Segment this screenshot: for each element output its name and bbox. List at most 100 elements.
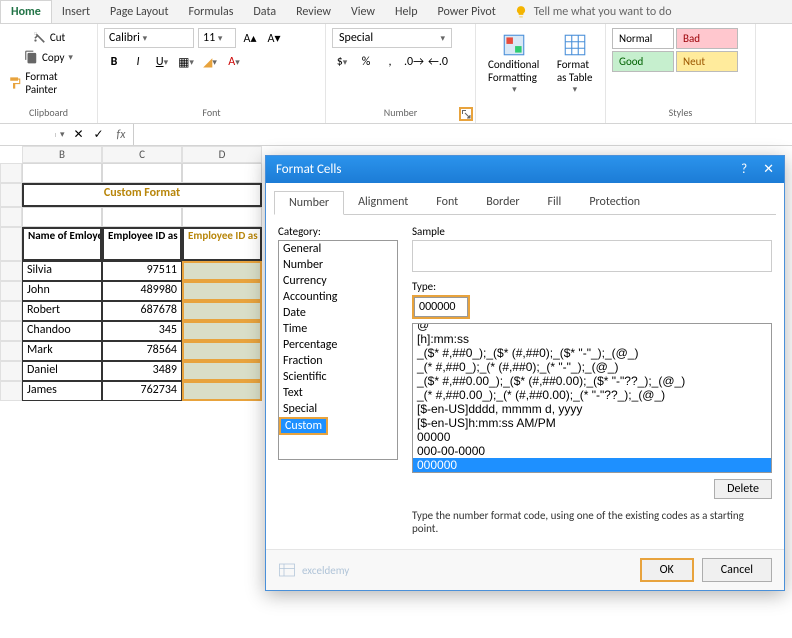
delete-button[interactable]: Delete (714, 479, 772, 499)
table-row[interactable]: Daniel (22, 361, 102, 381)
dialog-tab-alignment[interactable]: Alignment (344, 191, 422, 214)
format-painter-button[interactable]: Format Painter (6, 68, 91, 98)
dialog-titlebar[interactable]: Format Cells ? ✕ (266, 156, 784, 183)
format-code-item[interactable]: _($* #,##0.00_);_($* (#,##0.00);_($* "-"… (413, 374, 771, 388)
fill-color-button[interactable]: ◢ ▾ (200, 52, 220, 72)
table-row[interactable]: 97511 (102, 261, 182, 281)
format-code-item[interactable]: @ (413, 323, 771, 332)
table-row[interactable]: 489980 (102, 281, 182, 301)
help-icon[interactable]: ? (741, 162, 747, 177)
table-row[interactable]: John (22, 281, 102, 301)
bold-button[interactable]: B (104, 52, 124, 72)
tab-formulas[interactable]: Formulas (178, 1, 243, 23)
ok-button[interactable]: OK (640, 558, 694, 582)
dialog-tab-number[interactable]: Number (274, 191, 344, 215)
table-row[interactable]: 762734 (102, 381, 182, 401)
category-item[interactable]: Time (279, 321, 397, 337)
header-num[interactable]: Employee ID as Number (102, 227, 182, 261)
format-code-item[interactable]: _($* #,##0_);_($* (#,##0);_($* "-"_);_(@… (413, 346, 771, 360)
category-item[interactable]: General (279, 241, 397, 257)
type-input[interactable] (414, 297, 468, 317)
table-row[interactable]: Chandoo (22, 321, 102, 341)
fx-icon[interactable]: fx (109, 128, 134, 142)
category-list[interactable]: GeneralNumberCurrencyAccountingDateTimeP… (278, 240, 398, 460)
tab-help[interactable]: Help (385, 1, 428, 23)
tab-review[interactable]: Review (286, 1, 341, 23)
table-row[interactable]: Robert (22, 301, 102, 321)
style-neutral[interactable]: Neut (676, 51, 738, 72)
format-code-list[interactable]: mm:ss.0@[h]:mm:ss_($* #,##0_);_($* (#,##… (412, 323, 772, 473)
category-item[interactable]: Accounting (279, 289, 397, 305)
formula-input[interactable] (133, 124, 792, 145)
category-item[interactable]: Scientific (279, 369, 397, 385)
format-code-item[interactable]: [h]:mm:ss (413, 332, 771, 346)
dialog-tab-border[interactable]: Border (472, 191, 533, 214)
name-box[interactable] (0, 133, 56, 137)
table-row[interactable]: James (22, 381, 102, 401)
style-normal[interactable]: Normal (612, 28, 674, 49)
category-item[interactable]: Percentage (279, 337, 397, 353)
cancel-formula-button[interactable]: ✕ (69, 125, 89, 145)
table-row[interactable]: 3489 (102, 361, 182, 381)
table-row[interactable] (182, 341, 262, 361)
enter-formula-button[interactable]: ✓ (89, 125, 109, 145)
tab-view[interactable]: View (341, 1, 385, 23)
style-bad[interactable]: Bad (676, 28, 738, 49)
comma-button[interactable]: , (380, 52, 400, 72)
italic-button[interactable]: I (128, 52, 148, 72)
category-item[interactable]: Special (279, 401, 397, 417)
tab-data[interactable]: Data (243, 1, 286, 23)
category-item[interactable]: Custom (279, 417, 328, 435)
format-as-table-button[interactable]: Format as Table ▾ (551, 28, 599, 119)
conditional-formatting-button[interactable]: Conditional Formatting ▾ (482, 28, 547, 119)
tab-home[interactable]: Home (0, 0, 52, 23)
tell-me-search[interactable]: Tell me what you want to do (506, 1, 680, 23)
tab-power-pivot[interactable]: Power Pivot (428, 1, 506, 23)
dialog-tab-fill[interactable]: Fill (534, 191, 576, 214)
dialog-tab-protection[interactable]: Protection (575, 191, 654, 214)
table-row[interactable]: 687678 (102, 301, 182, 321)
category-item[interactable]: Fraction (279, 353, 397, 369)
header-text[interactable]: Employee ID as Text (182, 227, 262, 261)
format-code-item[interactable]: _(* #,##0_);_(* (#,##0);_(* "-"_);_(@_) (413, 360, 771, 374)
table-row[interactable]: 345 (102, 321, 182, 341)
table-row[interactable]: 78564 (102, 341, 182, 361)
decrease-font-button[interactable]: A▾ (264, 28, 284, 48)
format-code-item[interactable]: 000-00-0000 (413, 444, 771, 458)
col-header-c[interactable]: C (102, 146, 182, 163)
tab-insert[interactable]: Insert (52, 1, 100, 23)
font-name-select[interactable]: Calibri ▾ (104, 28, 194, 48)
dialog-tab-font[interactable]: Font (422, 191, 472, 214)
table-row[interactable] (182, 261, 262, 281)
style-good[interactable]: Good (612, 51, 674, 72)
increase-font-button[interactable]: A▴ (240, 28, 260, 48)
border-button[interactable]: ▦ ▾ (176, 52, 196, 72)
table-row[interactable]: Mark (22, 341, 102, 361)
header-name[interactable]: Name of Emloyee (22, 227, 102, 261)
col-header-b[interactable]: B (22, 146, 102, 163)
percent-button[interactable]: % (356, 52, 376, 72)
copy-button[interactable]: Copy ▾ (22, 48, 75, 66)
category-item[interactable]: Text (279, 385, 397, 401)
table-row[interactable]: Silvia (22, 261, 102, 281)
underline-button[interactable]: U ▾ (152, 52, 172, 72)
table-row[interactable] (182, 281, 262, 301)
close-icon[interactable]: ✕ (763, 162, 774, 177)
category-item[interactable]: Date (279, 305, 397, 321)
font-color-button[interactable]: A ▾ (224, 52, 244, 72)
table-row[interactable] (182, 361, 262, 381)
format-code-item[interactable]: 000000 (413, 458, 771, 472)
table-row[interactable] (182, 301, 262, 321)
number-dialog-launcher[interactable] (459, 107, 473, 121)
decrease-decimal-button[interactable]: ←.0 (428, 52, 448, 72)
font-size-select[interactable]: 11 ▾ (198, 28, 236, 48)
format-code-item[interactable]: _(* #,##0.00_);_(* (#,##0.00);_(* "-"??_… (413, 388, 771, 402)
increase-decimal-button[interactable]: .0→ (404, 52, 424, 72)
format-code-item[interactable]: [$-en-US]h:mm:ss AM/PM (413, 416, 771, 430)
accounting-format-button[interactable]: $ ▾ (332, 52, 352, 72)
col-header-d[interactable]: D (182, 146, 262, 163)
number-format-select[interactable]: Special▾ (332, 28, 452, 48)
category-item[interactable]: Number (279, 257, 397, 273)
category-item[interactable]: Currency (279, 273, 397, 289)
cancel-button[interactable]: Cancel (702, 558, 772, 582)
